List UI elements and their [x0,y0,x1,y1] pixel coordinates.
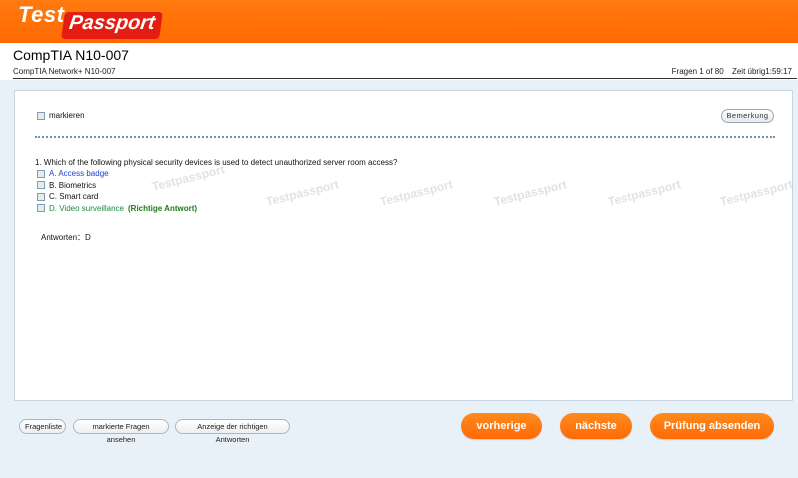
view-marked-button[interactable]: markierte Fragen ansehen [73,419,169,444]
option-c-checkbox[interactable] [37,192,45,201]
question-text: 1. Which of the following physical secur… [35,158,398,167]
mark-label: markieren [49,111,85,121]
question-list-button[interactable]: Fragenliste [19,419,66,434]
option-d-label: D. Video surveillance [49,203,125,213]
option-d[interactable]: D. Video surveillance (Richtige Antwort) [37,203,197,215]
progress-info: Fragen 1 of 80 Zeit übrig1:59:17 [672,67,792,76]
answer-text: Antworten：D [41,233,91,242]
watermark: Testpassport [718,177,795,209]
question-panel: Testpassport Testpassport Testpassport T… [14,90,795,401]
mark-checkbox[interactable] [37,111,45,120]
previous-button[interactable]: vorherige [461,413,542,439]
option-b-checkbox[interactable] [37,181,45,190]
time-remaining: Zeit übrig1:59:17 [731,67,792,76]
title-divider [13,78,797,79]
question-counter: Fragen 1 of 80 [671,67,724,76]
submit-exam-button[interactable]: Prüfung absenden [650,413,774,439]
note-button[interactable]: Bemerkung [721,109,774,123]
watermark: Testpassport [378,177,455,209]
option-d-checkbox[interactable] [37,204,45,213]
option-b[interactable]: B. Biometrics [37,180,197,192]
logo-passport: Passport [61,12,163,39]
logo-test: Test [18,2,65,27]
watermark: Testpassport [606,177,683,209]
answer-options: A. Access badge B. Biometrics C. Smart c… [37,168,197,214]
option-c-label: C. Smart card [49,192,99,202]
option-b-label: B. Biometrics [49,180,97,190]
watermark: Testpassport [264,177,341,209]
option-a-label: A. Access badge [49,169,109,179]
correct-answer-tag: (Richtige Antwort) [128,203,198,213]
top-header: Test Passport [0,0,798,43]
mark-question[interactable]: markieren [37,111,85,120]
show-correct-button[interactable]: Anzeige der richtigen Antworten [175,419,290,444]
option-a-checkbox[interactable] [37,169,45,178]
option-c[interactable]: C. Smart card [37,191,197,203]
section-divider [35,136,775,138]
next-button[interactable]: nächste [560,413,632,439]
option-a[interactable]: A. Access badge [37,168,197,180]
watermark: Testpassport [492,177,569,209]
exam-subtitle: CompTIA Network+ N10-007 [13,67,116,76]
exam-title: CompTIA N10-007 [13,47,129,63]
